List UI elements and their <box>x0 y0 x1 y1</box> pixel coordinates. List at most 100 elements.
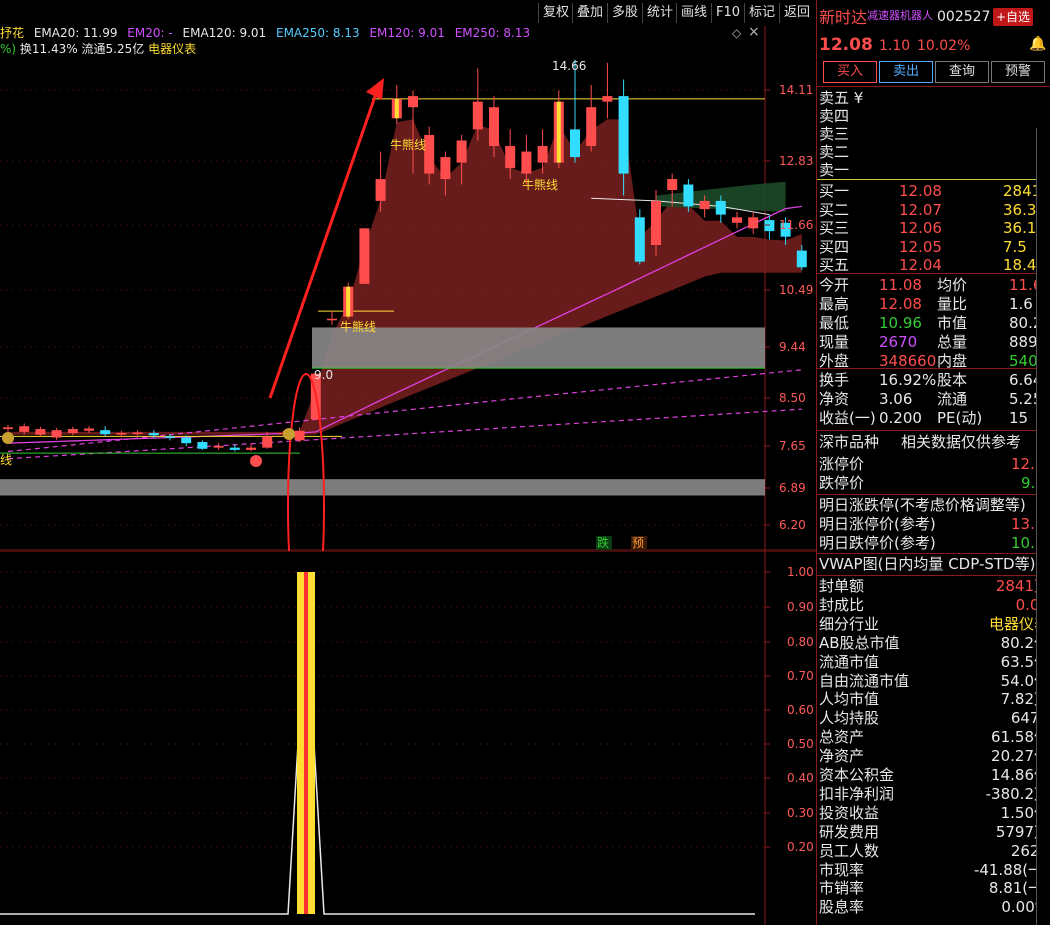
subchart-tick-label: 0.90 <box>787 600 814 614</box>
stat-row: 今开 11.08 均价 11.6 <box>819 276 1050 295</box>
candle-body <box>748 217 759 229</box>
query-button[interactable]: 查询 <box>935 61 989 83</box>
stat-value: 2670 <box>879 333 918 351</box>
subchart-tick-label: 0.70 <box>787 669 814 683</box>
stat-label: 流通 <box>937 390 968 408</box>
market-label: 深市品种 <box>819 433 880 451</box>
bid-row: 买五 12.04 18.4 <box>819 256 1050 275</box>
stat-label: 量比 <box>937 295 968 313</box>
subchart-tick-label: 0.20 <box>787 840 814 854</box>
resistance-band <box>312 327 765 369</box>
vwap-label[interactable]: VWAP图(日内均量 CDP-STD等) <box>819 555 1035 574</box>
candle-body <box>3 427 13 430</box>
limit-down-label: 跌停价 <box>819 474 865 492</box>
indicator-subchart[interactable]: 1.00 0.90 0.80 0.70 0.60 0.50 0.40 0.30 0.20 <box>0 551 816 925</box>
bid-label: 买二 <box>819 200 850 219</box>
stat-label: 最高 <box>819 295 850 313</box>
alert-button[interactable]: 预警 <box>991 61 1045 83</box>
detail-row: 封单额 2841万 <box>819 577 1050 596</box>
high-price-label: 14.66 <box>552 59 586 73</box>
subchart-grid <box>0 551 816 925</box>
signal-dot <box>250 455 262 467</box>
stat-label: 净资 <box>819 390 850 408</box>
ask-label: 卖二 <box>819 143 850 161</box>
candle-body <box>489 107 499 147</box>
tomorrow-down-label: 明日跌停价(参考) <box>819 534 936 552</box>
toolbar-button-mark[interactable]: 标记 <box>744 3 779 23</box>
subchart-tick-label: 0.40 <box>787 771 814 785</box>
toolbar-button-restore[interactable]: 复权 <box>538 3 573 23</box>
chart-toolbar: 复权 叠加 多股 统计 画线 F10 标记 返回 <box>0 0 816 26</box>
toolbar-button-draw[interactable]: 画线 <box>676 3 711 23</box>
money-icon-left <box>2 432 14 444</box>
candle-body <box>327 318 337 321</box>
bull-bear-label-3: 牛熊线 <box>340 319 376 334</box>
candle-body <box>764 220 775 232</box>
toolbar-button-f10[interactable]: F10 <box>711 3 744 23</box>
price-tick-label: 6.20 <box>779 518 806 532</box>
stat-label: 内盘 <box>937 352 968 370</box>
stat-row: 外盘 348660 内盘 5404 <box>819 352 1050 371</box>
money-icon-right <box>283 428 295 440</box>
candle-body <box>586 107 597 147</box>
stat-row: 最高 12.08 量比 1.6 <box>819 295 1050 314</box>
stat-value: 11.08 <box>879 276 922 294</box>
detail-label: 封成比 <box>819 595 865 614</box>
detail-row: 市现率 -41.88(一) <box>819 861 1050 880</box>
ask-label: 卖一 <box>819 161 850 179</box>
stat-row: 净资 3.06 流通 5.25 <box>819 390 1050 409</box>
subchart-axis: 1.00 0.90 0.80 0.70 0.60 0.50 0.40 0.30 0.20 <box>765 565 814 854</box>
subchart-tick-label: 0.60 <box>787 703 814 717</box>
price-change-pct: 10.02% <box>917 38 971 54</box>
stat-label: 换手 <box>819 371 850 389</box>
concept-tag: 减速器机器人 <box>867 9 933 22</box>
detail-label: 股息率 <box>819 898 865 917</box>
candle-body <box>699 200 710 210</box>
toolbar-button-back[interactable]: 返回 <box>779 3 814 23</box>
subchart-tick-label: 1.00 <box>787 565 814 579</box>
signal-line <box>0 743 755 915</box>
candle-body <box>67 429 78 434</box>
candlestick-chart[interactable]: 14.11 12.83 11.66 10.49 9.44 8.50 7.65 6.89 6.20… <box>0 26 816 551</box>
add-watchlist-button[interactable]: +自选 <box>993 8 1033 26</box>
candle-body <box>472 101 483 130</box>
detail-label: 细分行业 <box>819 614 880 633</box>
quote-panel: 新时达 减速器机器人 002527 +自选 12.08 1.10 10.02% … <box>816 0 1050 925</box>
tomorrow-limit-label: 明日涨跌停(不考虑价格调整等) <box>819 496 1026 514</box>
stat-label: 最低 <box>819 314 850 332</box>
detail-label: 员工人数 <box>819 841 880 860</box>
bid-row: 买二 12.07 36.3 <box>819 201 1050 220</box>
bull-bear-cloud <box>8 119 802 435</box>
toolbar-button-overlay[interactable]: 叠加 <box>572 3 607 23</box>
stat-value: 16.92% <box>879 371 937 389</box>
detail-label: 资本公积金 <box>819 766 895 784</box>
bid-label: 买四 <box>819 237 850 256</box>
detail-label: 市现率 <box>819 860 865 879</box>
bid-label: 买五 <box>819 256 850 274</box>
support-band <box>0 479 765 496</box>
bid-price: 12.08 <box>899 182 942 200</box>
toolbar-button-stats[interactable]: 统计 <box>642 3 677 23</box>
detail-label: 封单额 <box>819 577 865 595</box>
stat-label: 总量 <box>937 333 968 351</box>
price-axis: 14.11 12.83 11.66 10.49 9.44 8.50 7.65 6.89 6.20 <box>765 83 813 532</box>
toolbar-button-multi-stock[interactable]: 多股 <box>607 3 642 23</box>
price-change: 1.10 <box>879 38 911 54</box>
detail-row: 员工人数 2622 <box>819 842 1050 861</box>
bull-bear-label-1: 牛熊线 <box>390 137 426 152</box>
candle-body <box>197 442 208 449</box>
detail-label: 自由流通市值 <box>819 671 910 690</box>
stat-value: 12.08 <box>879 295 922 313</box>
buy-button[interactable]: 买入 <box>823 61 877 83</box>
bell-icon[interactable]: 🔔 <box>1029 36 1046 52</box>
stat-row: 收益(一) 0.200 PE(动) 15 <box>819 409 1050 428</box>
candle-body <box>165 436 175 438</box>
stat-value: 15 <box>1009 409 1029 427</box>
bull-bear-label-2: 牛熊线 <box>522 177 558 192</box>
side-board-strip[interactable] <box>1036 128 1050 925</box>
candle-body <box>521 151 532 174</box>
detail-label: 流通市值 <box>819 652 880 671</box>
candle-body <box>683 184 694 207</box>
sell-button[interactable]: 卖出 <box>879 61 933 83</box>
tomorrow-up-label: 明日涨停价(参考) <box>819 515 936 533</box>
